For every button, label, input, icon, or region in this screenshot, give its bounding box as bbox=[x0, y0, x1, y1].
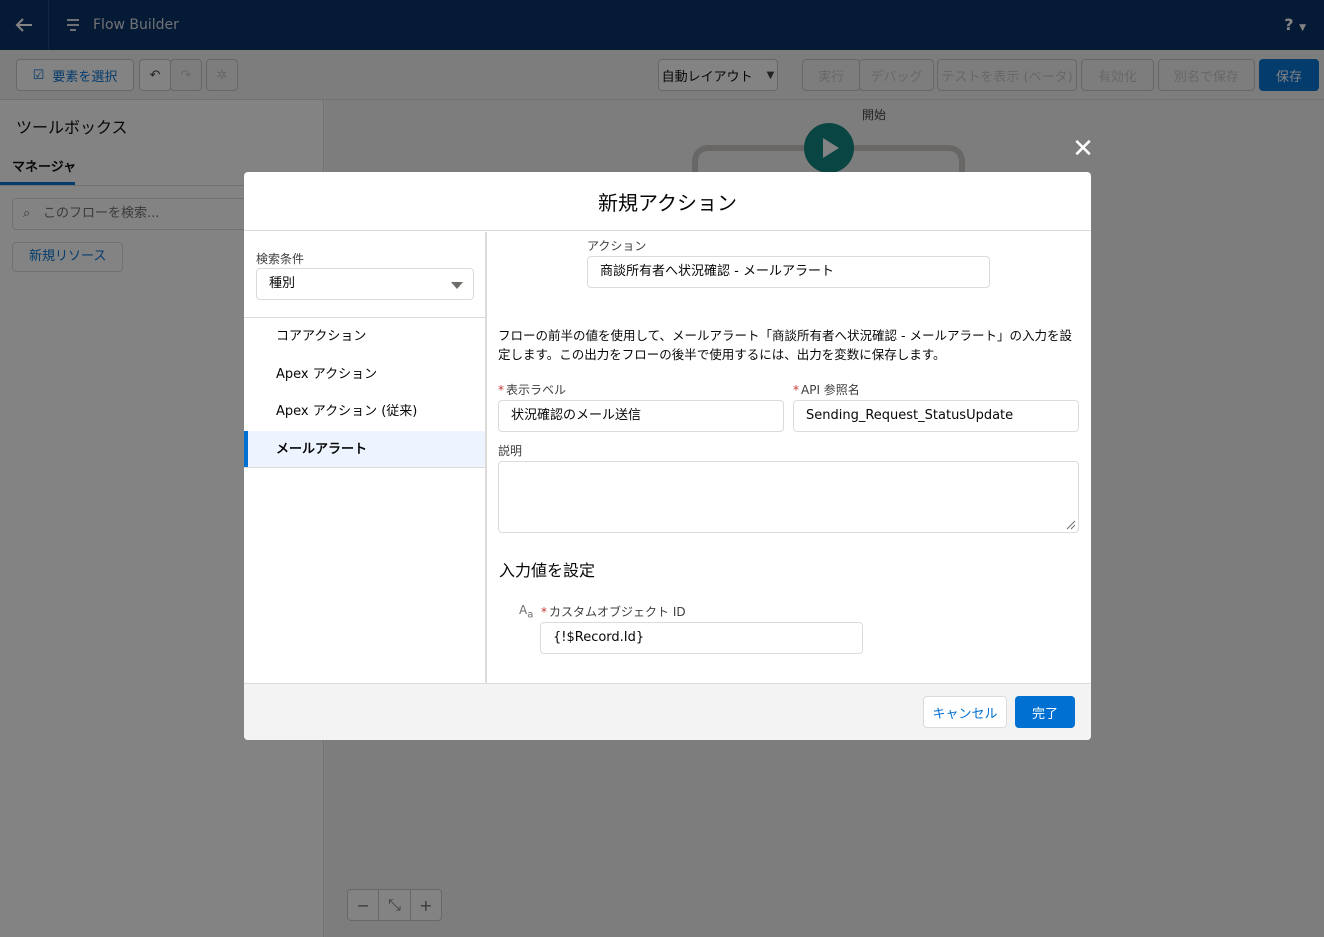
text-type-icon: Aa bbox=[519, 603, 534, 621]
category-item-core-actions[interactable]: コアアクション bbox=[244, 318, 485, 356]
action-config-pane: アクション 商談所有者へ状況確認 - メールアラート フローの前半の値を使用して… bbox=[487, 232, 1091, 683]
action-search-input[interactable]: 商談所有者へ状況確認 - メールアラート bbox=[587, 256, 990, 288]
category-item-email-alerts[interactable]: メールアラート bbox=[244, 430, 485, 468]
action-category-pane: 検索条件 種別 コアアクション Apex アクション Apex アクション (従… bbox=[244, 232, 487, 683]
resize-handle-icon bbox=[1066, 520, 1076, 530]
caret-down-icon bbox=[451, 282, 463, 289]
modal-footer: キャンセル 完了 bbox=[244, 683, 1091, 740]
cancel-button[interactable]: キャンセル bbox=[923, 696, 1007, 728]
done-button[interactable]: 完了 bbox=[1015, 696, 1075, 728]
description-textarea[interactable] bbox=[498, 461, 1079, 533]
display-label-label: * 表示ラベル bbox=[498, 383, 567, 397]
filter-select[interactable]: 種別 bbox=[256, 268, 474, 300]
category-item-apex-actions[interactable]: Apex アクション bbox=[244, 356, 485, 394]
action-description-text: フローの前半の値を使用して、メールアラート「商談所有者へ状況確認 - メールアラ… bbox=[498, 328, 1072, 362]
modal-title: 新規アクション bbox=[598, 190, 737, 215]
modal-header: 新規アクション bbox=[244, 172, 1091, 231]
close-modal-button[interactable]: ✕ bbox=[1069, 135, 1097, 163]
new-action-modal: 新規アクション 検索条件 種別 コアアクション Apex アクション Apex … bbox=[244, 172, 1091, 740]
display-label-input[interactable]: 状況確認のメール送信 bbox=[498, 400, 784, 432]
filter-value: 種別 bbox=[269, 276, 296, 291]
close-icon: ✕ bbox=[1072, 134, 1094, 164]
custom-object-id-label: * カスタムオブジェクト ID bbox=[541, 605, 686, 619]
filter-label: 検索条件 bbox=[256, 252, 305, 266]
custom-object-id-input[interactable]: {!$Record.Id} bbox=[540, 622, 863, 654]
api-name-label: * API 参照名 bbox=[793, 383, 860, 397]
category-list: コアアクション Apex アクション Apex アクション (従来) メールアラ… bbox=[244, 317, 485, 468]
category-item-apex-legacy[interactable]: Apex アクション (従来) bbox=[244, 393, 485, 431]
api-name-input[interactable]: Sending_Request_StatusUpdate bbox=[793, 400, 1079, 432]
description-label: 説明 bbox=[498, 444, 523, 458]
set-input-values-heading: 入力値を設定 bbox=[499, 561, 596, 580]
action-label: アクション bbox=[587, 239, 647, 253]
